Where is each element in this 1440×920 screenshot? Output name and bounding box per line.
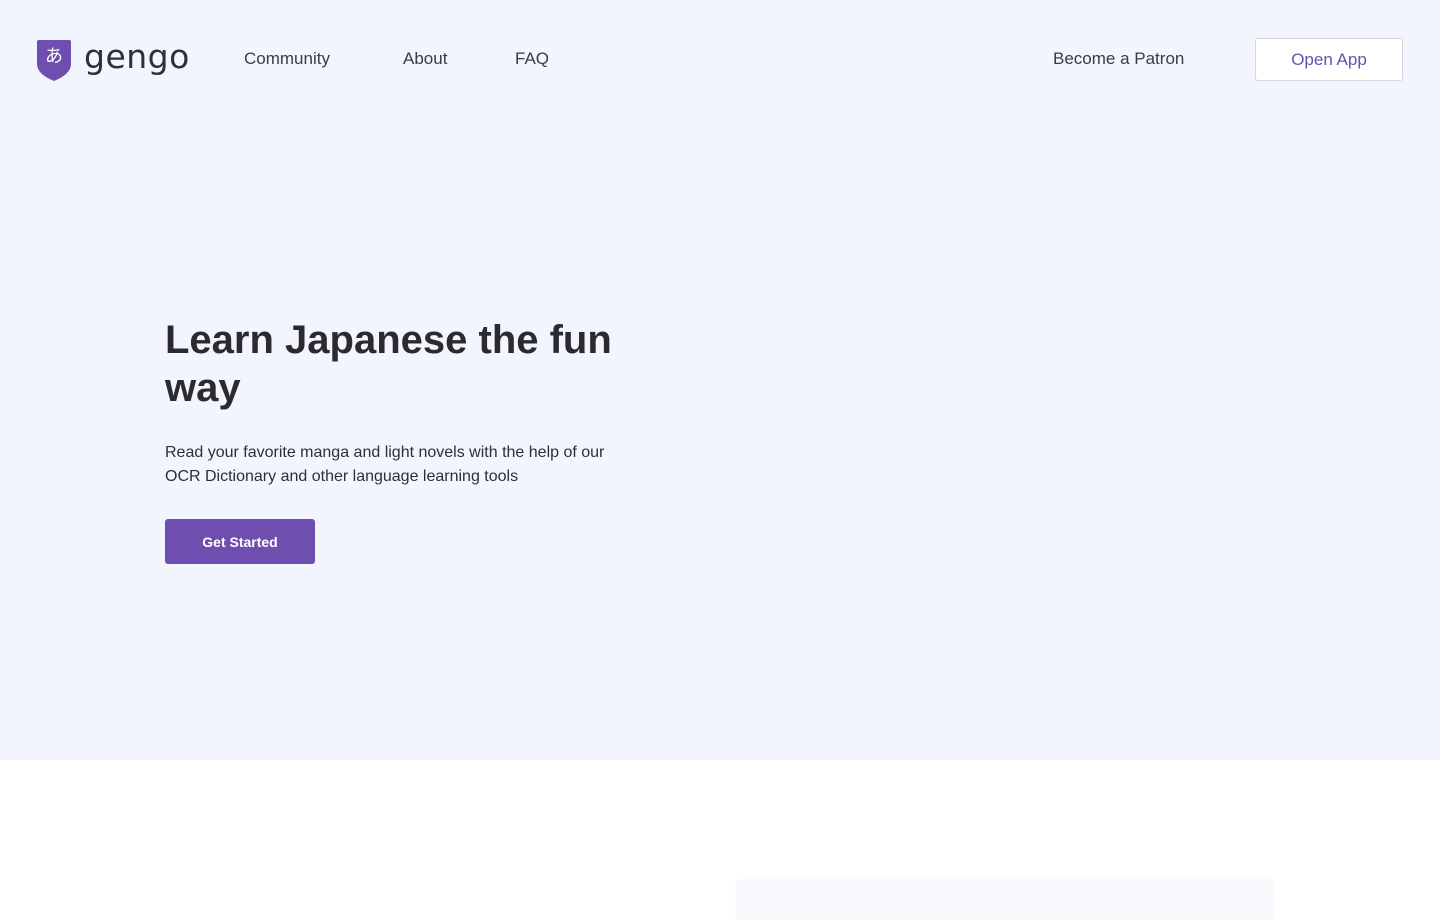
badge-glyph: あ [45, 46, 63, 67]
hero-title: Learn Japanese the fun way [165, 318, 612, 410]
nav-link-faq[interactable]: FAQ [515, 49, 549, 69]
shield-badge-icon: あ [37, 40, 71, 81]
open-app-button[interactable]: Open App [1255, 38, 1403, 81]
nav-link-community[interactable]: Community [244, 49, 330, 69]
top-navbar: あ gengo Community About FAQ Become a Pat… [0, 0, 1440, 120]
become-patron-link[interactable]: Become a Patron [1053, 49, 1184, 69]
hero-subtitle: Read your favorite manga and light novel… [165, 444, 605, 485]
feature-preview-card [736, 880, 1274, 920]
logo-link[interactable]: あ gengo [36, 38, 190, 82]
nav-link-about[interactable]: About [403, 49, 447, 69]
get-started-button[interactable]: Get Started [165, 519, 315, 564]
brand-name: gengo [84, 36, 190, 76]
